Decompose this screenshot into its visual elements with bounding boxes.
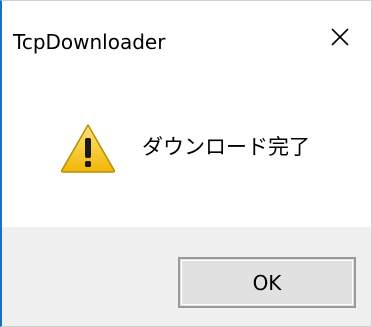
ok-button-label: OK — [252, 270, 282, 295]
title-bar[interactable]: TcpDownloader — [2, 1, 371, 77]
message-dialog: TcpDownloader ダウンロード完了 OK — [0, 0, 372, 327]
button-bar: OK — [2, 227, 371, 326]
message-text: ダウンロード完了 — [142, 135, 310, 159]
close-button[interactable] — [309, 15, 371, 63]
ok-button[interactable]: OK — [178, 257, 356, 308]
warning-icon — [60, 123, 116, 173]
close-icon — [330, 27, 350, 51]
window-title: TcpDownloader — [13, 30, 166, 54]
message-area: ダウンロード完了 — [2, 77, 371, 227]
